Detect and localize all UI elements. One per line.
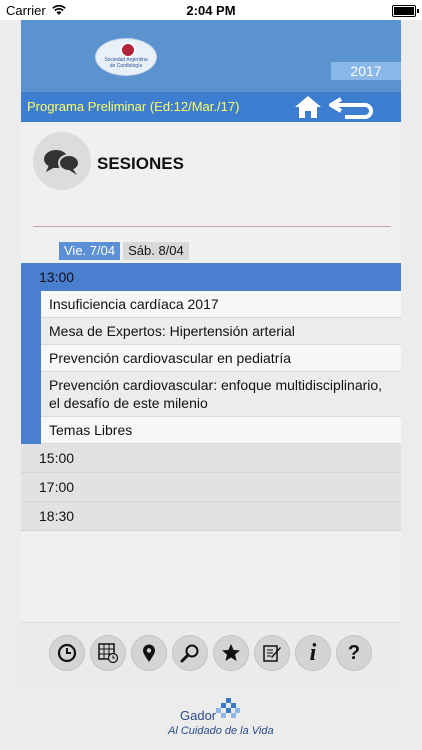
help-button[interactable]: ?	[336, 635, 372, 671]
brand-name: Gador	[180, 708, 217, 723]
app-window: Sociedad Argentina de Cardiología 2017 P…	[21, 20, 401, 684]
subheader-bar: Programa Preliminar (Ed:12/Mar./17)	[21, 92, 401, 122]
info-icon: i	[309, 640, 317, 666]
session-item[interactable]: Temas Libres	[41, 417, 401, 444]
section-divider	[33, 226, 391, 227]
status-bar: Carrier 2:04 PM	[0, 0, 422, 20]
notes-button[interactable]	[254, 635, 290, 671]
footer: Gador Al Cuidado de la Vida	[0, 690, 422, 750]
banner: Sociedad Argentina de Cardiología 2017	[21, 20, 401, 92]
calendar-grid-icon	[98, 643, 118, 663]
time-slot-1500[interactable]: 15:00	[21, 444, 401, 473]
help-icon: ?	[347, 642, 361, 664]
session-list: Insuficiencia cardíaca 2017 Mesa de Expe…	[21, 291, 401, 444]
session-item[interactable]: Mesa de Expertos: Hipertensión arterial	[41, 318, 401, 345]
schedule-list: 13:00 Insuficiencia cardíaca 2017 Mesa d…	[21, 263, 401, 531]
clock-button[interactable]	[49, 635, 85, 671]
logo-text: Sociedad Argentina de Cardiología	[104, 57, 148, 69]
session-item[interactable]: Prevención cardiovascular en pediatría	[41, 345, 401, 372]
battery-icon	[392, 5, 419, 17]
brand-logo-icon	[216, 698, 240, 718]
tab-day-saturday[interactable]: Sáb. 8/04	[123, 242, 189, 260]
section-header: SESIONES	[21, 122, 401, 242]
chat-bubbles-icon	[33, 132, 91, 190]
tab-day-friday[interactable]: Vie. 7/04	[59, 242, 121, 260]
brand-slogan: Al Cuidado de la Vida	[168, 725, 274, 737]
bottom-toolbar: i ?	[21, 622, 401, 684]
back-arrow-icon[interactable]	[327, 95, 381, 119]
star-icon	[222, 644, 240, 661]
search-icon	[180, 644, 199, 663]
day-tabs: Vie. 7/04 Sáb. 8/04	[59, 242, 192, 260]
time-slot-1300[interactable]: 13:00	[21, 263, 401, 291]
status-time: 2:04 PM	[186, 3, 236, 18]
year-badge: 2017	[331, 62, 401, 80]
society-logo: Sociedad Argentina de Cardiología	[95, 38, 157, 76]
session-item[interactable]: Prevención cardiovascular: enfoque multi…	[41, 372, 401, 417]
clock-icon	[57, 643, 77, 663]
home-icon[interactable]	[293, 94, 323, 120]
info-button[interactable]: i	[295, 635, 331, 671]
section-title: SESIONES	[97, 154, 184, 173]
logo-emblem	[120, 42, 136, 58]
agenda-button[interactable]	[90, 635, 126, 671]
map-button[interactable]	[131, 635, 167, 671]
time-slot-1700[interactable]: 17:00	[21, 473, 401, 502]
favorites-button[interactable]	[213, 635, 249, 671]
search-button[interactable]	[172, 635, 208, 671]
program-title: Programa Preliminar (Ed:12/Mar./17)	[27, 99, 240, 114]
location-pin-icon	[143, 644, 155, 662]
notes-icon	[263, 645, 281, 662]
time-slot-1830[interactable]: 18:30	[21, 502, 401, 531]
session-item[interactable]: Insuficiencia cardíaca 2017	[41, 291, 401, 318]
